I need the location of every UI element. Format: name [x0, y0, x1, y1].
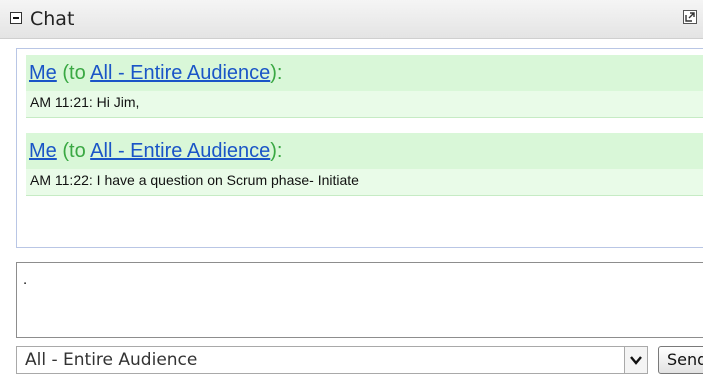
recipient-link[interactable]: All - Entire Audience — [90, 140, 270, 162]
message-body: AM 11:21: Hi Jim, — [26, 91, 703, 117]
panel-title: Chat — [30, 8, 75, 30]
message-time: AM 11:21 — [30, 94, 89, 110]
header-suffix: ): — [270, 140, 283, 162]
sender-link[interactable]: Me — [29, 140, 57, 162]
message-list[interactable]: Me (to All - Entire Audience): AM 11:21:… — [16, 48, 703, 248]
message-text: Hi Jim, — [96, 94, 140, 110]
audience-selected-value: All - Entire Audience — [25, 350, 198, 370]
audience-select[interactable]: All - Entire Audience — [16, 346, 648, 374]
message-header: Me (to All - Entire Audience): — [26, 133, 703, 169]
chat-message: Me (to All - Entire Audience): AM 11:21:… — [26, 55, 703, 118]
popout-window-icon[interactable] — [683, 10, 697, 24]
sender-link[interactable]: Me — [29, 62, 57, 84]
collapse-minus-icon[interactable] — [10, 12, 22, 24]
to-prefix: (to — [56, 62, 91, 84]
to-prefix: (to — [56, 140, 91, 162]
chat-panel: Chat Me (to All - Entire Audience): AM 1… — [0, 0, 703, 381]
header-suffix: ): — [270, 62, 283, 84]
chat-titlebar: Chat — [0, 0, 703, 39]
chat-message: Me (to All - Entire Audience): AM 11:22:… — [26, 133, 703, 196]
message-header: Me (to All - Entire Audience): — [26, 55, 703, 91]
chat-message-input[interactable] — [16, 262, 703, 338]
message-text: I have a question on Scrum phase- Initia… — [96, 172, 359, 188]
message-body: AM 11:22: I have a question on Scrum pha… — [26, 169, 703, 195]
message-time: AM 11:22 — [30, 172, 89, 188]
recipient-link[interactable]: All - Entire Audience — [90, 62, 270, 84]
chevron-down-icon[interactable] — [624, 347, 647, 373]
send-button[interactable]: Send — [658, 346, 703, 374]
